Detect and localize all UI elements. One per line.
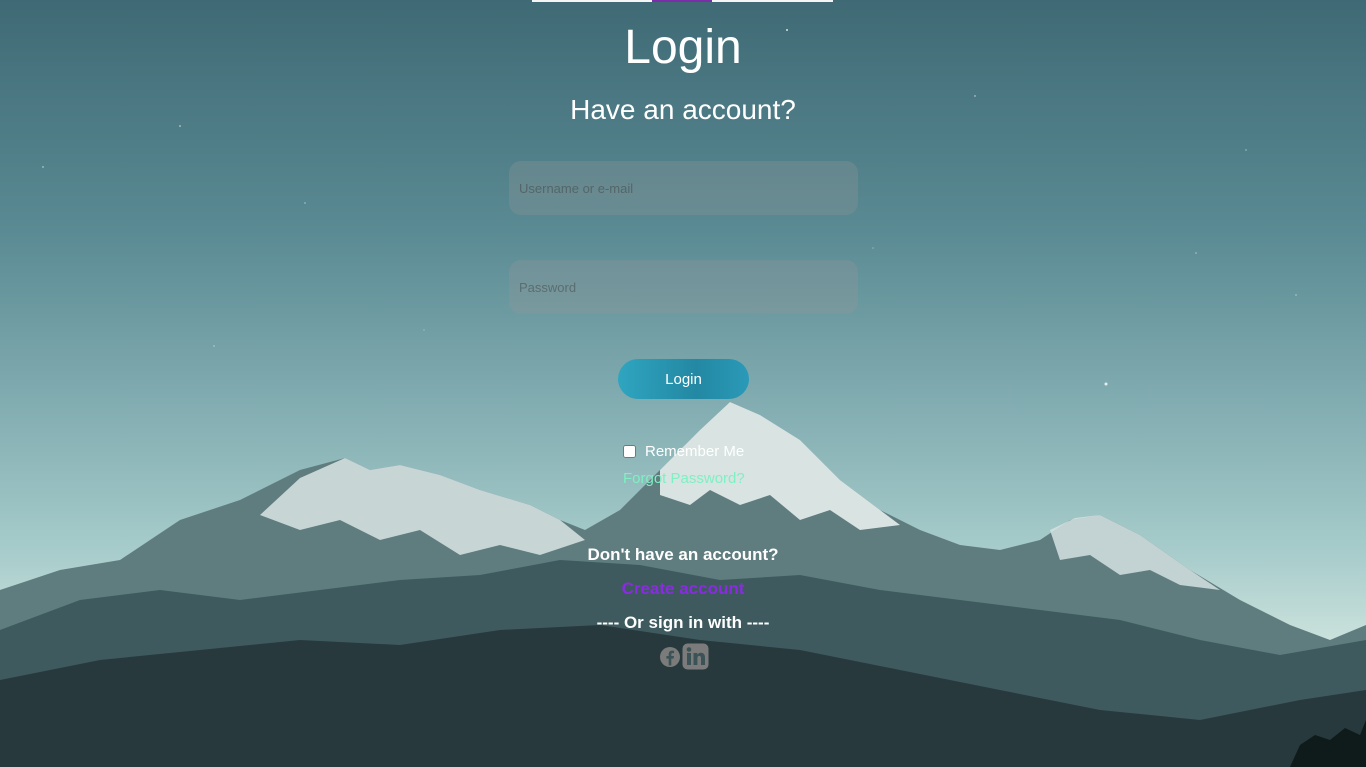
no-account-prompt: Don't have an account? <box>587 545 779 564</box>
forgot-password-link[interactable]: Forgot Password? <box>623 470 745 487</box>
top-progress-bar <box>532 0 833 2</box>
remember-me-label: Remember Me <box>645 443 745 460</box>
linkedin-icon[interactable] <box>682 643 709 675</box>
top-progress-segment <box>652 0 712 2</box>
page-title: Login <box>624 21 742 74</box>
facebook-icon[interactable] <box>659 646 681 673</box>
social-login-group <box>659 643 709 675</box>
remember-me-checkbox[interactable] <box>623 445 636 458</box>
or-sign-in-divider: ---- Or sign in with ---- <box>596 613 770 632</box>
password-input[interactable] <box>509 260 858 314</box>
page-subtitle: Have an account? <box>570 94 796 125</box>
remember-me[interactable]: Remember Me <box>622 443 744 460</box>
create-account-wrapper: Create account <box>0 579 1366 599</box>
create-account-link[interactable]: Create account <box>622 579 745 598</box>
login-button[interactable]: Login <box>618 359 749 399</box>
username-input[interactable] <box>509 161 858 215</box>
